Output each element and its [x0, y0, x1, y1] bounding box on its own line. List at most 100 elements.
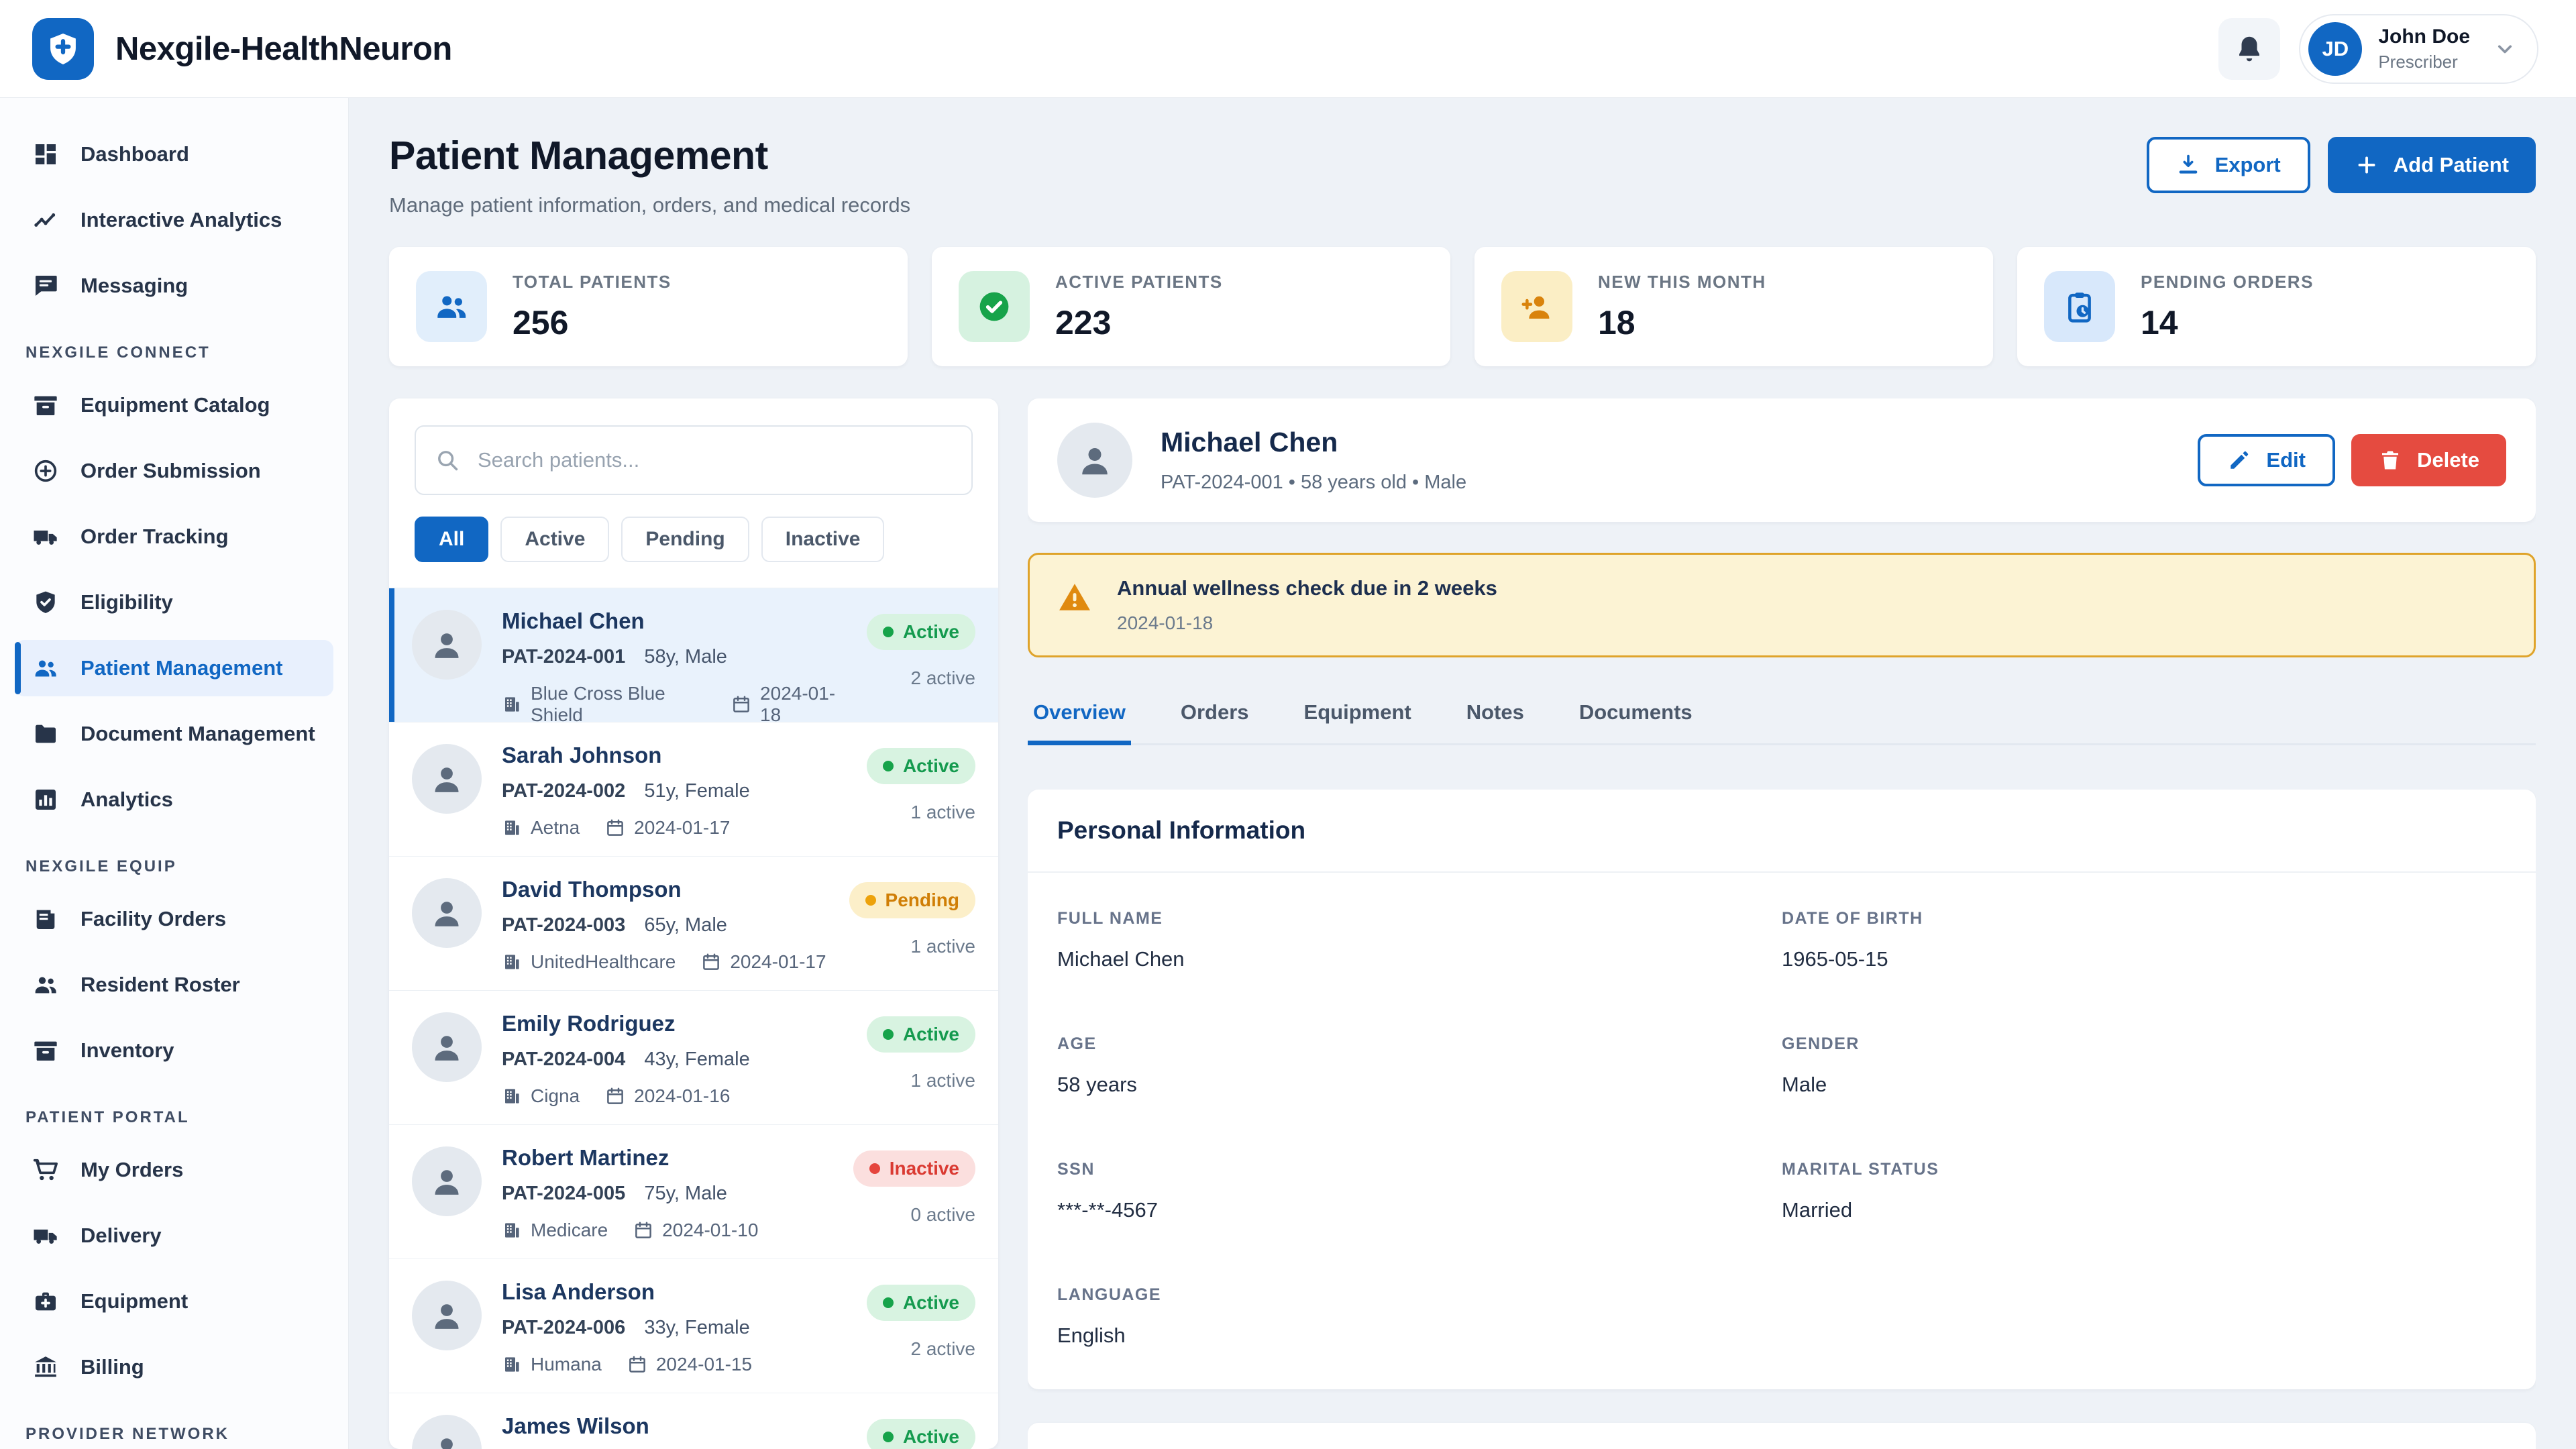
archive-icon: [32, 1037, 59, 1064]
sidebar-item-order-submission[interactable]: Order Submission: [15, 443, 333, 499]
insurance-tag: UnitedHealthcare: [502, 951, 676, 973]
sidebar-item-document-management[interactable]: Document Management: [15, 706, 333, 762]
date-tag: 2024-01-10: [633, 1220, 758, 1241]
building-icon: [502, 1220, 522, 1240]
filter-inactive[interactable]: Inactive: [761, 517, 885, 562]
sidebar-item-equipment[interactable]: Equipment: [15, 1273, 333, 1330]
sidebar-item-equipment-catalog[interactable]: Equipment Catalog: [15, 377, 333, 433]
sidebar-item-eligibility[interactable]: Eligibility: [15, 574, 333, 631]
sidebar-item-label: Resident Roster: [80, 973, 240, 997]
sidebar-item-messaging[interactable]: Messaging: [15, 258, 333, 314]
patient-row-sarah-johnson[interactable]: Sarah JohnsonPAT-2024-00251y, FemaleAetn…: [389, 722, 998, 856]
person-add-icon: [1501, 271, 1572, 342]
status-badge: Pending: [849, 882, 975, 918]
avatar: [412, 1281, 482, 1350]
sidebar-item-label: Delivery: [80, 1224, 162, 1248]
people-icon: [416, 271, 487, 342]
edit-button[interactable]: Edit: [2198, 434, 2335, 486]
tab-documents[interactable]: Documents: [1574, 700, 1698, 743]
insurance-tag: Medicare: [502, 1220, 608, 1241]
delete-button[interactable]: Delete: [2351, 434, 2506, 486]
patient-age-sex: 65y, Male: [644, 914, 727, 936]
tab-orders[interactable]: Orders: [1175, 700, 1254, 743]
avatar: [412, 610, 482, 680]
sidebar-item-inventory[interactable]: Inventory: [15, 1022, 333, 1079]
person-icon: [428, 1297, 466, 1334]
wellness-alert-banner: Annual wellness check due in 2 weeks 202…: [1028, 553, 2536, 657]
patient-list-panel: All Active Pending Inactive Michael ChenPAT…: [389, 398, 998, 1449]
patient-row-james-wilson[interactable]: James WilsonPAT-2024-007Active: [389, 1393, 998, 1449]
clipboard-clock-icon: [2044, 271, 2115, 342]
patient-id: PAT-2024-004: [502, 1049, 625, 1071]
date-tag: 2024-01-17: [605, 817, 730, 839]
sidebar-item-order-tracking[interactable]: Order Tracking: [15, 508, 333, 565]
check-circle-icon: [959, 271, 1030, 342]
sidebar-item-delivery[interactable]: Delivery: [15, 1208, 333, 1264]
field-label: AGE: [1057, 1034, 1782, 1054]
alert-date: 2024-01-18: [1117, 612, 1497, 634]
insurance-tag: Aetna: [502, 817, 580, 839]
sidebar-item-label: Equipment: [80, 1289, 188, 1313]
main-content: Patient Management Manage patient inform…: [349, 98, 2576, 1449]
stat-label: NEW THIS MONTH: [1598, 272, 1766, 292]
sidebar-item-patient-management[interactable]: Patient Management: [15, 640, 333, 696]
patient-id: PAT-2024-005: [502, 1183, 625, 1205]
sidebar-item-billing[interactable]: Billing: [15, 1339, 333, 1395]
tab-notes[interactable]: Notes: [1461, 700, 1529, 743]
filter-all[interactable]: All: [415, 517, 488, 562]
field-value: Michael Chen: [1057, 947, 1782, 971]
patient-id: PAT-2024-002: [502, 780, 625, 802]
tab-equipment[interactable]: Equipment: [1299, 700, 1417, 743]
bar-chart-icon: [32, 786, 59, 813]
sidebar-item-dashboard[interactable]: Dashboard: [15, 126, 333, 182]
date-tag: 2024-01-16: [605, 1085, 730, 1107]
sidebar-item-interactive-analytics[interactable]: Interactive Analytics: [15, 192, 333, 248]
cart-icon: [32, 1157, 59, 1183]
patient-name: David Thompson: [502, 877, 829, 902]
patient-row-david-thompson[interactable]: David ThompsonPAT-2024-00365y, MaleUnite…: [389, 856, 998, 990]
chevron-down-icon: [2493, 37, 2517, 61]
status-badge: Active: [867, 1285, 975, 1321]
search-input[interactable]: [415, 425, 973, 495]
user-menu[interactable]: JD John Doe Prescriber: [2299, 14, 2538, 84]
notifications-button[interactable]: [2218, 18, 2280, 80]
sidebar-item-resident-roster[interactable]: Resident Roster: [15, 957, 333, 1013]
bank-icon: [32, 1354, 59, 1381]
field-value: English: [1057, 1324, 1782, 1348]
patient-age-sex: 51y, Female: [644, 780, 749, 802]
field-full-name: FULL NAMEMichael Chen: [1057, 909, 1782, 971]
sidebar-item-analytics[interactable]: Analytics: [15, 771, 333, 828]
filter-active[interactable]: Active: [500, 517, 609, 562]
add-patient-button[interactable]: Add Patient: [2328, 137, 2536, 193]
patient-meta: PAT-2024-001 • 58 years old • Male: [1161, 472, 1466, 494]
trash-icon: [2378, 448, 2402, 472]
sidebar-section-heading: PROVIDER NETWORK: [25, 1425, 323, 1444]
sidebar-item-label: Analytics: [80, 788, 173, 812]
patient-row-robert-martinez[interactable]: Robert MartinezPAT-2024-00575y, MaleMedi…: [389, 1124, 998, 1258]
building-icon: [502, 818, 522, 838]
avatar: [412, 1012, 482, 1082]
date-tag: 2024-01-17: [701, 951, 826, 973]
patient-row-michael-chen[interactable]: Michael ChenPAT-2024-00158y, MaleBlue Cr…: [389, 588, 998, 722]
patient-name: Lisa Anderson: [502, 1279, 847, 1305]
status-badge: Inactive: [853, 1150, 975, 1187]
active-orders-count: 1 active: [911, 1070, 976, 1091]
receipt-icon: [32, 906, 59, 932]
field-value: 1965-05-15: [1782, 947, 2506, 971]
tab-overview[interactable]: Overview: [1028, 700, 1131, 743]
sidebar-item-facility-orders[interactable]: Facility Orders: [15, 891, 333, 947]
filter-pending[interactable]: Pending: [621, 517, 749, 562]
avatar: JD: [2308, 22, 2362, 76]
sidebar-section-heading: PATIENT PORTAL: [25, 1108, 323, 1127]
patient-row-lisa-anderson[interactable]: Lisa AndersonPAT-2024-00633y, FemaleHuma…: [389, 1258, 998, 1393]
stat-value: 223: [1055, 303, 1223, 342]
page-title: Patient Management: [389, 133, 910, 178]
patient-detail-panel: Michael Chen PAT-2024-001 • 58 years old…: [1028, 398, 2536, 1449]
sidebar-item-my-orders[interactable]: My Orders: [15, 1142, 333, 1198]
sidebar-item-label: Eligibility: [80, 590, 173, 614]
sidebar-item-label: Billing: [80, 1355, 144, 1379]
patient-name: James Wilson: [502, 1413, 847, 1439]
export-button[interactable]: Export: [2147, 137, 2310, 193]
patient-row-emily-rodriguez[interactable]: Emily RodriguezPAT-2024-00443y, FemaleCi…: [389, 990, 998, 1124]
medical-bag-icon: [32, 1288, 59, 1315]
